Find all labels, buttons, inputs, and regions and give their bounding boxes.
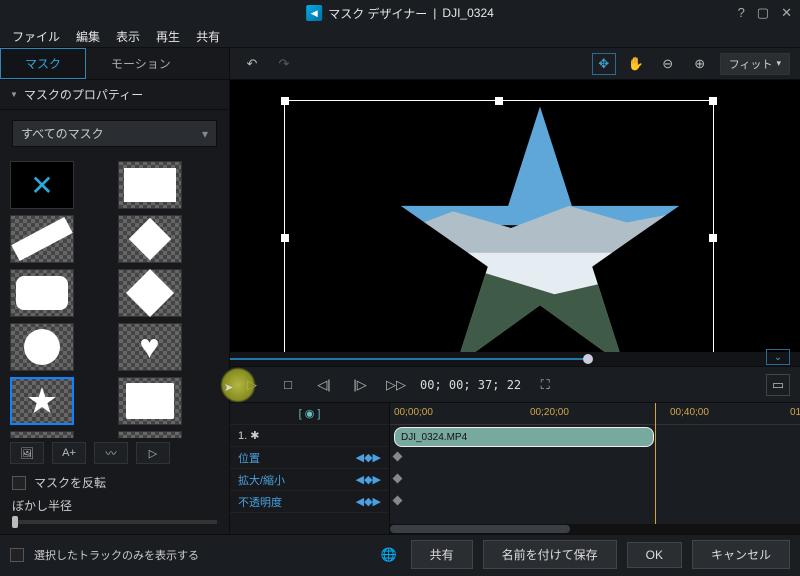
timecode: 00; 00; 37; 22 <box>420 378 521 392</box>
redo-icon[interactable]: ↷ <box>272 53 296 75</box>
prev-frame-icon[interactable]: ◁| <box>312 374 336 396</box>
cancel-button[interactable]: キャンセル <box>692 540 790 569</box>
mask-star[interactable]: ★ <box>10 377 74 425</box>
menu-edit[interactable]: 編集 <box>76 28 100 45</box>
zoom-in-icon[interactable]: ⊕ <box>688 53 712 75</box>
share-button[interactable]: 共有 <box>411 540 473 569</box>
menu-play[interactable]: 再生 <box>156 28 180 45</box>
stop-icon[interactable]: □ <box>276 374 300 396</box>
app-name: マスク デザイナー <box>328 5 427 22</box>
move-icon[interactable]: ✥ <box>592 53 616 75</box>
mask-grid: ✕ ♥ ★ ✸ ☁ <box>0 157 229 438</box>
file-name: DJI_0324 <box>442 6 493 20</box>
save-as-button[interactable]: 名前を付けて保存 <box>483 540 617 569</box>
scrub-bar[interactable] <box>230 352 800 366</box>
mask-circle[interactable] <box>10 323 74 371</box>
prop-opacity[interactable]: 不透明度◀◆▶ <box>230 491 389 513</box>
menu-view[interactable]: 表示 <box>116 28 140 45</box>
mask-stamp[interactable] <box>118 377 182 425</box>
mask-diag-strip[interactable] <box>10 215 74 263</box>
preview-canvas[interactable] <box>230 80 800 352</box>
mask-rounded[interactable] <box>10 269 74 317</box>
mask-rhombus[interactable] <box>118 269 182 317</box>
show-selected-checkbox[interactable] <box>10 548 24 562</box>
preview-toolbar: ↶ ↷ ✥ ✋ ⊖ ⊕ フィット <box>230 48 800 80</box>
mask-cloud[interactable]: ☁ <box>118 431 182 438</box>
collapse-icon[interactable]: ⌄ <box>766 349 790 365</box>
mask-diamond[interactable] <box>118 215 182 263</box>
timeline: [ ◉ ] 1. ✱ 位置◀◆▶ 拡大/縮小◀◆▶ 不透明度◀◆▶ 00;00;… <box>230 402 800 534</box>
playhead[interactable] <box>655 403 656 534</box>
blur-radius-slider[interactable] <box>12 520 217 524</box>
cursor-highlight: ➤ <box>220 367 256 403</box>
mask-filter-dropdown[interactable]: すべてのマスク <box>12 120 217 147</box>
track-1[interactable]: 1. ✱ <box>230 425 389 447</box>
tab-mask[interactable]: マスク <box>0 48 86 79</box>
masked-video <box>395 101 685 352</box>
track-header[interactable]: [ ◉ ] <box>230 403 389 425</box>
menu-file[interactable]: ファイル <box>12 28 60 45</box>
zoom-out-icon[interactable]: ⊖ <box>656 53 680 75</box>
pen-tool-icon[interactable]: ▷ <box>136 442 170 464</box>
tab-motion[interactable]: モーション <box>86 48 196 79</box>
timeline-scrollbar[interactable] <box>390 524 800 534</box>
close-icon[interactable]: ✕ <box>781 5 792 21</box>
time-ruler[interactable]: 00;00;00 00;20;00 00;40;00 01;00 <box>390 403 800 425</box>
prop-scale[interactable]: 拡大/縮小◀◆▶ <box>230 469 389 491</box>
snapshot-icon[interactable]: ▭ <box>766 374 790 396</box>
maximize-icon[interactable]: ▢ <box>757 5 769 21</box>
text-tool-icon[interactable]: A+ <box>52 442 86 464</box>
invert-mask-checkbox[interactable] <box>12 476 26 490</box>
title-sep: | <box>433 6 436 20</box>
fast-forward-icon[interactable]: ▷▷ <box>384 374 408 396</box>
app-logo-icon: ◀ <box>306 5 322 21</box>
section-mask-props[interactable]: マスクのプロパティー <box>0 80 229 110</box>
window-title: ◀ マスク デザイナー | DJI_0324 <box>306 5 494 22</box>
zoom-fit-select[interactable]: フィット <box>720 53 790 75</box>
timeline-tracks[interactable]: 00;00;00 00;20;00 00;40;00 01;00 DJI_032… <box>390 403 800 534</box>
show-selected-label: 選択したトラックのみを表示する <box>34 547 199 563</box>
invert-mask-row[interactable]: マスクを反転 <box>0 468 229 497</box>
left-panel: マスク モーション マスクのプロパティー すべてのマスク ✕ ♥ ★ ✸ ☁ 🖼… <box>0 48 230 534</box>
menu-share[interactable]: 共有 <box>196 28 220 45</box>
mask-tools: 🖼 A+ 〰 ▷ <box>0 438 229 468</box>
hand-icon[interactable]: ✋ <box>624 53 648 75</box>
mask-rect[interactable] <box>118 161 182 209</box>
fullscreen-icon[interactable]: ⛶ <box>533 374 557 396</box>
help-icon[interactable]: ? <box>738 5 745 21</box>
footer: 選択したトラックのみを表示する 🌐 共有 名前を付けて保存 OK キャンセル <box>0 534 800 574</box>
mask-burst[interactable]: ✸ <box>10 431 74 438</box>
ok-button[interactable]: OK <box>627 542 682 568</box>
mask-heart[interactable]: ♥ <box>118 323 182 371</box>
transform-bbox[interactable] <box>284 100 714 352</box>
clip-dji[interactable]: DJI_0324.MP4 <box>394 427 654 447</box>
image-tool-icon[interactable]: 🖼 <box>10 442 44 464</box>
blur-radius-label: ぼかし半径 <box>12 499 72 513</box>
menubar: ファイル 編集 表示 再生 共有 <box>0 26 800 48</box>
brush-tool-icon[interactable]: 〰 <box>94 442 128 464</box>
mask-none[interactable]: ✕ <box>10 161 74 209</box>
transport-bar: ➤ ▷ □ ◁| |▷ ▷▷ 00; 00; 37; 22 ⛶ ▭ ⌄ <box>230 366 800 402</box>
titlebar: ◀ マスク デザイナー | DJI_0324 ? ▢ ✕ <box>0 0 800 26</box>
prop-position[interactable]: 位置◀◆▶ <box>230 447 389 469</box>
invert-mask-label: マスクを反転 <box>34 474 106 491</box>
next-frame-icon[interactable]: |▷ <box>348 374 372 396</box>
globe-icon[interactable]: 🌐 <box>377 544 401 566</box>
undo-icon[interactable]: ↶ <box>240 53 264 75</box>
